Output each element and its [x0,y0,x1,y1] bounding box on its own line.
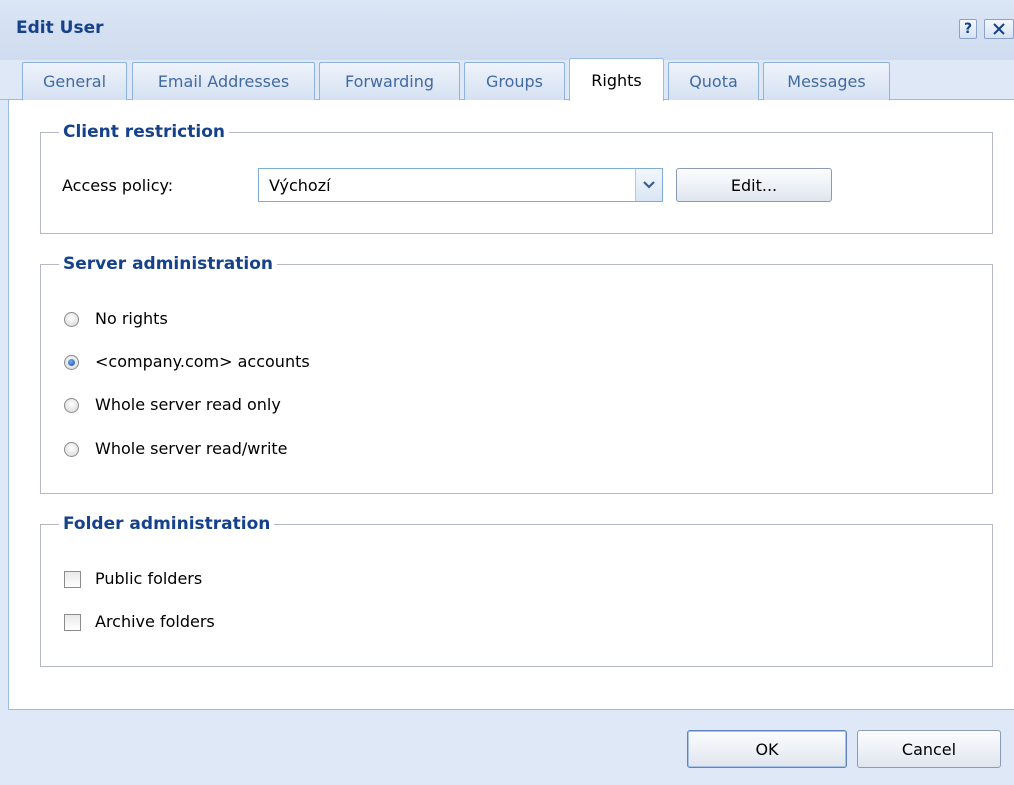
access-policy-value: Výchozí [269,176,331,195]
server-administration-group: Server administration [40,254,993,494]
edit-access-policy-button[interactable]: Edit... [676,168,832,202]
tab-email-addresses[interactable]: Email Addresses [132,62,315,100]
tab-groups[interactable]: Groups [464,62,565,100]
checkbox-archive-folders[interactable] [64,614,81,631]
radio-label-company-accounts[interactable]: <company.com> accounts [95,352,310,371]
folder-administration-group: Folder administration [40,514,993,667]
tab-quota[interactable]: Quota [668,62,759,100]
access-policy-label: Access policy: [62,176,174,195]
close-icon-glyph [993,23,1005,35]
radio-company-accounts[interactable] [64,355,79,370]
radio-label-no-rights[interactable]: No rights [95,309,168,328]
cancel-button[interactable]: Cancel [857,730,1001,768]
help-button[interactable]: ? [959,19,977,39]
tab-general[interactable]: General [22,62,127,100]
checkbox-label-archive-folders[interactable]: Archive folders [95,612,215,631]
folder-administration-legend: Folder administration [63,514,271,534]
radio-whole-server-read-only[interactable] [64,398,79,413]
server-administration-legend: Server administration [63,254,274,274]
close-icon[interactable] [984,19,1014,39]
tab-messages[interactable]: Messages [763,62,890,100]
radio-label-whole-server-read-write[interactable]: Whole server read/write [95,439,288,458]
dialog-title-bar[interactable]: Edit User ? [0,0,1014,60]
chevron-down-glyph [643,181,655,189]
checkbox-public-folders[interactable] [64,571,81,588]
ok-button[interactable]: OK [687,730,847,768]
radio-whole-server-read-write[interactable] [64,442,79,457]
access-policy-select[interactable]: Výchozí [258,168,663,202]
client-restriction-legend: Client restriction [63,122,225,142]
checkbox-label-public-folders[interactable]: Public folders [95,569,202,588]
tab-rights[interactable]: Rights [569,58,664,101]
dialog-title: Edit User [16,18,104,38]
tab-forwarding[interactable]: Forwarding [319,62,460,100]
radio-label-whole-server-read-only[interactable]: Whole server read only [95,395,281,414]
radio-no-rights[interactable] [64,312,79,327]
chevron-down-icon[interactable] [635,169,662,201]
